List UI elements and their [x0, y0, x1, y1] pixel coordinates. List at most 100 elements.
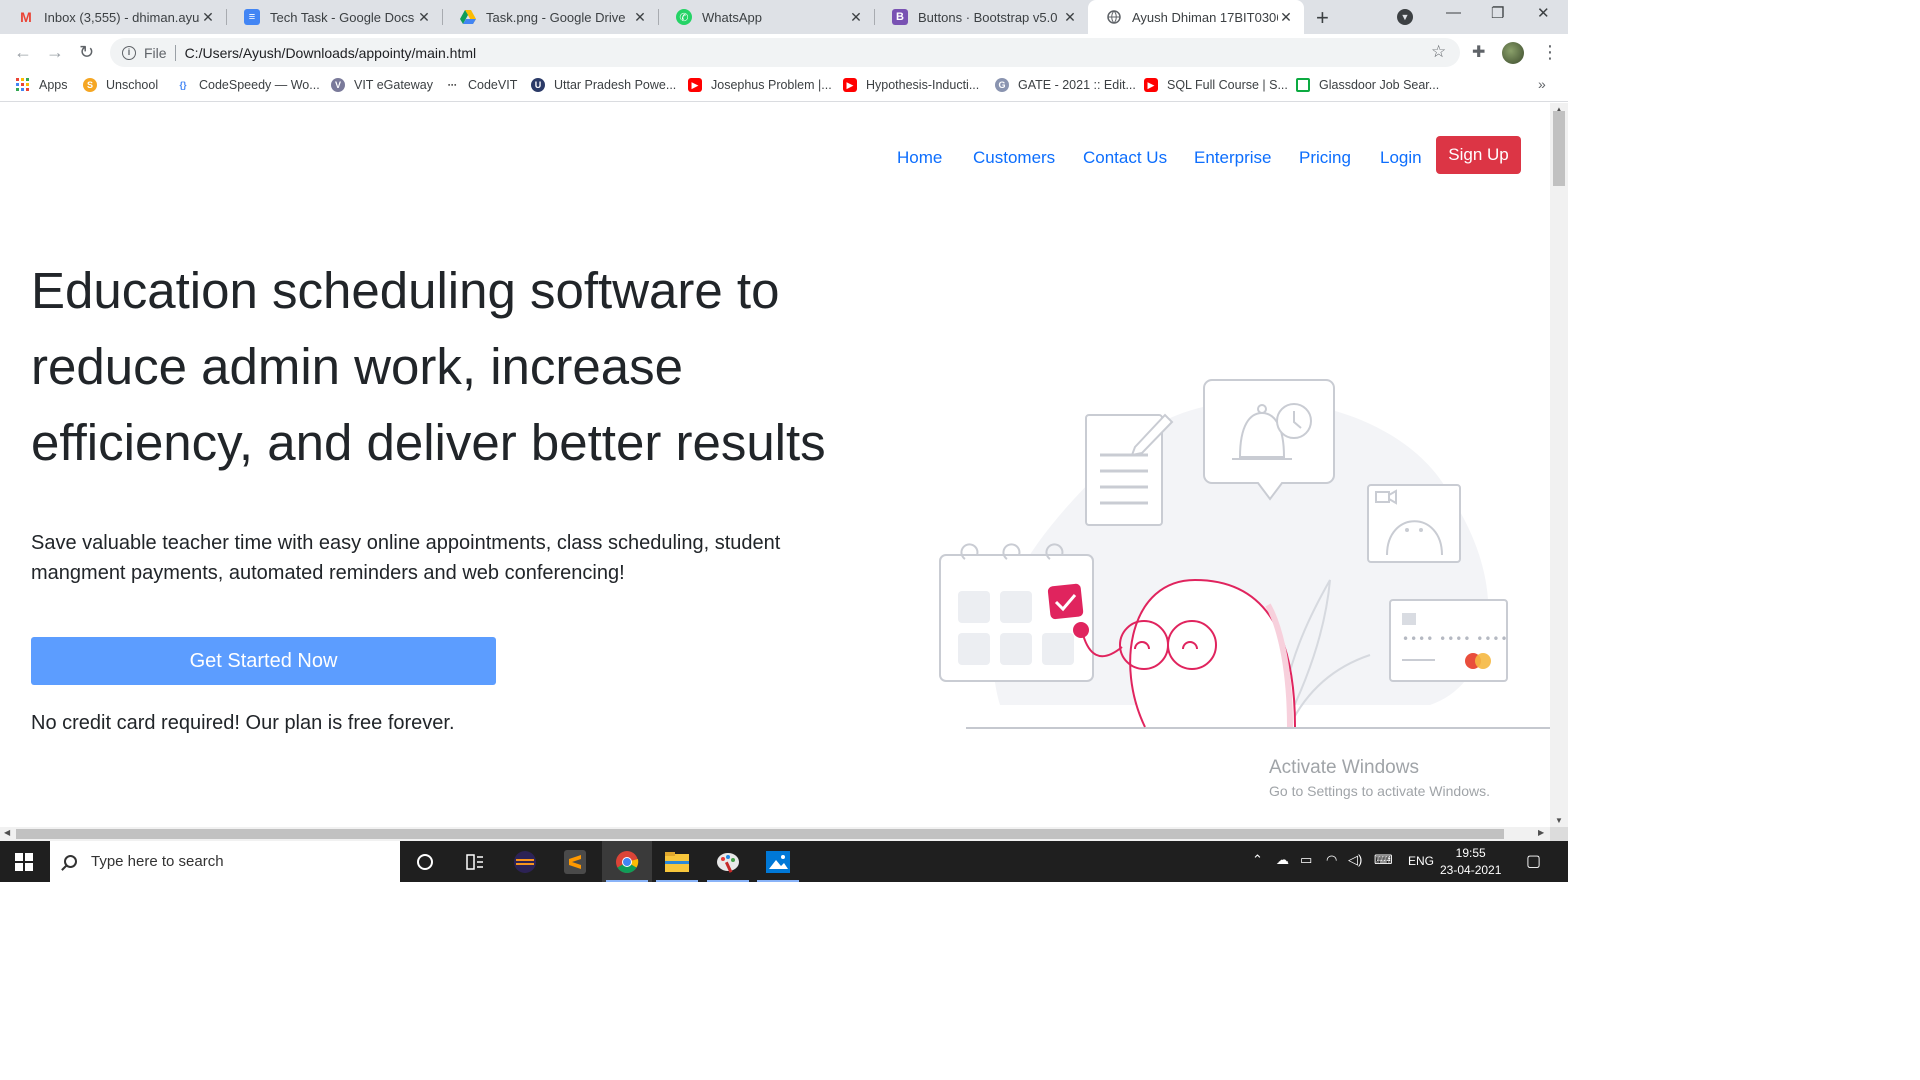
wifi-icon[interactable]: ◠: [1326, 852, 1337, 868]
restore-icon[interactable]: ❐: [1491, 4, 1504, 22]
close-icon[interactable]: ✕: [1278, 9, 1294, 26]
address-bar[interactable]: i File C:/Users/Ayush/Downloads/appointy…: [110, 38, 1460, 67]
reload-icon[interactable]: ↻: [79, 42, 94, 63]
get-started-button[interactable]: Get Started Now: [31, 637, 496, 685]
profile-avatar[interactable]: [1502, 42, 1524, 64]
scroll-left-icon[interactable]: ◀: [4, 828, 10, 837]
extensions-puzzle-icon[interactable]: ✚: [1472, 42, 1485, 62]
notifications-icon[interactable]: ▢: [1526, 851, 1541, 871]
bookmark-label: Uttar Pradesh Powe...: [554, 78, 677, 92]
activate-windows-watermark: Activate Windows Go to Settings to activ…: [1269, 757, 1490, 799]
paint-icon[interactable]: [703, 841, 753, 882]
chrome-icon[interactable]: [602, 841, 652, 882]
close-icon[interactable]: ✕: [200, 9, 216, 26]
bookmark-gate[interactable]: G GATE - 2021 :: Edit...: [995, 78, 1136, 92]
bookmark-label: Hypothesis-Inducti...: [866, 78, 980, 92]
unschool-icon: S: [83, 78, 97, 92]
nav-enterprise[interactable]: Enterprise: [1194, 148, 1271, 168]
windows-start-icon[interactable]: [15, 853, 33, 871]
bell-reminder-icon: [1203, 379, 1335, 501]
bookmark-sql-course[interactable]: ▶ SQL Full Course | S...: [1144, 78, 1288, 92]
battery-icon[interactable]: ▭: [1300, 852, 1312, 868]
horizontal-scrollbar[interactable]: ◀ ▶: [0, 827, 1550, 841]
task-view-icon[interactable]: [450, 841, 500, 882]
forward-icon[interactable]: →: [46, 42, 64, 63]
credit-card-icon: •••• •••• ••••: [1389, 599, 1508, 682]
bookmark-unschool[interactable]: S Unschool: [83, 78, 158, 92]
codevit-icon: ⋯: [447, 79, 457, 90]
screen: M Inbox (3,555) - dhiman.ayus ✕ ≡ Tech T…: [0, 0, 1568, 882]
horizontal-scroll-thumb[interactable]: [16, 829, 1504, 839]
nav-login[interactable]: Login: [1380, 148, 1422, 168]
tab-title: Task.png - Google Drive: [486, 9, 626, 25]
close-icon[interactable]: ✕: [1062, 9, 1078, 26]
tab-active-page[interactable]: Ayush Dhiman 17BIT0306 ✕: [1088, 0, 1304, 34]
bookmark-label: CodeVIT: [468, 78, 518, 92]
tab-google-docs[interactable]: ≡ Tech Task - Google Docs ✕: [226, 0, 442, 34]
sublime-text-icon[interactable]: [550, 841, 600, 882]
google-drive-icon: [460, 9, 476, 25]
menu-dots-icon[interactable]: ⋮: [1541, 42, 1559, 63]
bookmark-uppcl[interactable]: U Uttar Pradesh Powe...: [531, 78, 676, 92]
bookmark-apps[interactable]: Apps: [16, 78, 68, 92]
close-icon[interactable]: ✕: [416, 9, 432, 26]
onedrive-cloud-icon[interactable]: ☁: [1276, 852, 1289, 868]
scroll-right-icon[interactable]: ▶: [1538, 828, 1544, 837]
scroll-down-icon[interactable]: ▼: [1555, 816, 1563, 825]
gmail-icon: M: [20, 9, 32, 25]
file-explorer-icon[interactable]: [652, 841, 702, 882]
bookmark-hypothesis[interactable]: ▶ Hypothesis-Inducti...: [843, 78, 979, 92]
bookmark-josephus[interactable]: ▶ Josephus Problem |...: [688, 78, 832, 92]
vertical-scrollbar[interactable]: ▲ ▼: [1550, 103, 1568, 827]
bookmarks-overflow-icon[interactable]: »: [1538, 76, 1546, 92]
bookmarks-bar: Apps S Unschool {} CodeSpeedy — Wo... V …: [0, 72, 1568, 102]
nav-customers[interactable]: Customers: [973, 148, 1055, 168]
vertical-scroll-thumb[interactable]: [1553, 111, 1565, 186]
bookmark-vit-egateway[interactable]: V VIT eGateway: [331, 78, 433, 92]
nav-pricing[interactable]: Pricing: [1299, 148, 1351, 168]
info-icon[interactable]: i: [122, 45, 136, 60]
nav-home[interactable]: Home: [897, 148, 942, 168]
keyboard-icon[interactable]: ⌨: [1374, 852, 1393, 868]
sign-up-button[interactable]: Sign Up: [1436, 136, 1521, 174]
language-indicator[interactable]: ENG: [1408, 854, 1434, 868]
system-clock[interactable]: 19:55 23-04-2021: [1440, 845, 1501, 879]
photos-icon[interactable]: [753, 841, 803, 882]
tab-google-drive[interactable]: Task.png - Google Drive ✕: [442, 0, 658, 34]
taskbar-search-box[interactable]: Type here to search: [50, 841, 400, 882]
google-docs-icon: ≡: [244, 9, 260, 25]
close-icon[interactable]: ✕: [848, 9, 864, 26]
bootstrap-icon: B: [892, 9, 908, 25]
watermark-title: Activate Windows: [1269, 757, 1419, 778]
tray-chevron-icon[interactable]: ⌃: [1252, 852, 1263, 868]
back-icon[interactable]: ←: [14, 42, 32, 63]
volume-icon[interactable]: ◁): [1348, 852, 1362, 868]
browser-toolbar: ← → ↻ i File C:/Users/Ayush/Downloads/ap…: [0, 34, 1568, 72]
window-close-icon[interactable]: ✕: [1537, 4, 1550, 22]
search-icon: [64, 855, 77, 868]
nav-contact-us[interactable]: Contact Us: [1083, 148, 1167, 168]
whatsapp-icon: ✆: [676, 9, 692, 25]
apps-grid-icon: [16, 78, 30, 92]
scheme-label: File: [144, 44, 167, 61]
tab-bootstrap[interactable]: B Buttons · Bootstrap v5.0 ✕: [874, 0, 1088, 34]
bookmark-codevit[interactable]: ⋯ CodeVIT: [445, 78, 518, 92]
new-tab-icon[interactable]: +: [1316, 5, 1329, 31]
close-icon[interactable]: ✕: [632, 9, 648, 26]
codespeedy-icon: {}: [179, 80, 187, 90]
bookmark-glassdoor[interactable]: Glassdoor Job Sear...: [1296, 78, 1439, 92]
tab-gmail[interactable]: M Inbox (3,555) - dhiman.ayus ✕: [0, 0, 226, 34]
windows-taskbar: Type here to search ⌃ ☁ ▭ ◠ ◁) ⌨ ENG 19:…: [0, 841, 1568, 882]
bookmark-label: SQL Full Course | S...: [1167, 78, 1288, 92]
search-placeholder: Type here to search: [91, 853, 224, 870]
bookmark-label: Glassdoor Job Sear...: [1319, 78, 1440, 92]
bookmark-star-icon[interactable]: ☆: [1431, 42, 1446, 62]
tab-search-icon[interactable]: ▼: [1397, 9, 1413, 25]
cortana-icon[interactable]: [400, 841, 450, 882]
url-text[interactable]: C:/Users/Ayush/Downloads/appointy/main.h…: [185, 45, 477, 61]
eclipse-icon[interactable]: [500, 841, 550, 882]
bookmark-codespeedy[interactable]: {} CodeSpeedy — Wo...: [176, 78, 319, 92]
tab-whatsapp[interactable]: ✆ WhatsApp ✕: [658, 0, 874, 34]
minimize-icon[interactable]: —: [1446, 4, 1461, 21]
tab-title: Tech Task - Google Docs: [270, 9, 415, 25]
